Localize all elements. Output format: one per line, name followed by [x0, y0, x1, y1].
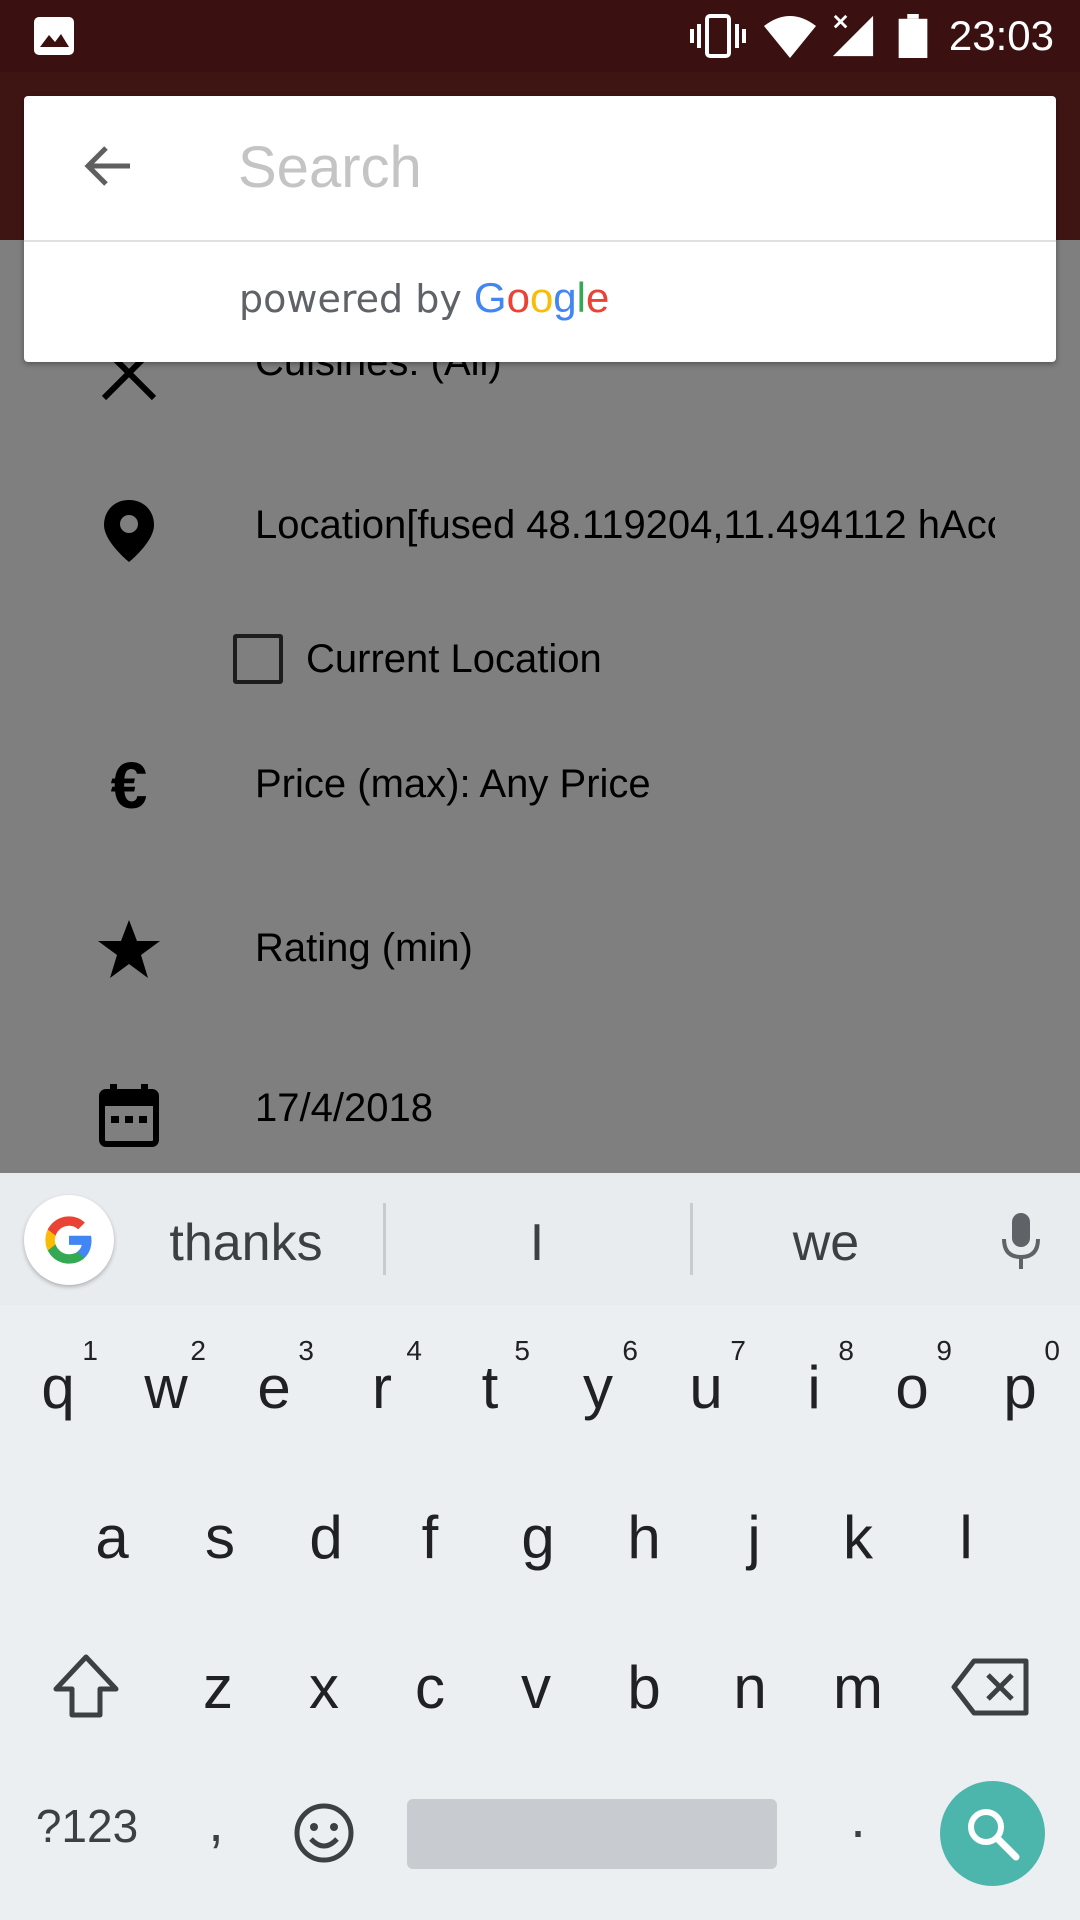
key-w[interactable]: w2: [112, 1323, 220, 1453]
keyboard-search-button[interactable]: [940, 1781, 1045, 1886]
vibrate-icon: [690, 14, 746, 58]
key-p[interactable]: p0: [966, 1323, 1074, 1453]
key-x[interactable]: x: [270, 1623, 378, 1753]
suggestion-strip: thanks I we: [0, 1173, 1080, 1305]
key-h[interactable]: h: [590, 1473, 698, 1603]
suggestion-1[interactable]: thanks: [146, 1213, 346, 1273]
key-l[interactable]: l: [912, 1473, 1020, 1603]
backspace-icon[interactable]: [950, 1657, 1030, 1717]
period-key[interactable]: .: [828, 1785, 888, 1850]
key-f[interactable]: f: [376, 1473, 484, 1603]
microphone-icon[interactable]: [996, 1211, 1046, 1271]
wifi-icon: [764, 16, 816, 58]
gallery-notification-icon: [34, 17, 74, 55]
key-u[interactable]: u7: [652, 1323, 760, 1453]
suggestion-divider: [690, 1203, 693, 1275]
search-divider: [24, 240, 1056, 242]
battery-icon: [898, 14, 928, 58]
shift-icon[interactable]: [50, 1651, 122, 1723]
key-m[interactable]: m: [804, 1623, 912, 1753]
key-e[interactable]: e3: [220, 1323, 328, 1453]
google-search-button[interactable]: [24, 1195, 114, 1285]
key-o[interactable]: o9: [858, 1323, 966, 1453]
key-y[interactable]: y6: [544, 1323, 652, 1453]
google-logo: Google: [473, 274, 610, 321]
google-g-icon: [45, 1216, 92, 1264]
suggestion-3[interactable]: we: [726, 1213, 926, 1273]
emoji-icon[interactable]: [292, 1801, 356, 1865]
suggestion-2[interactable]: I: [437, 1213, 637, 1273]
key-s[interactable]: s: [166, 1473, 274, 1603]
key-v[interactable]: v: [482, 1623, 590, 1753]
key-n[interactable]: n: [696, 1623, 804, 1753]
powered-by-google: powered by Google: [239, 274, 609, 322]
search-input[interactable]: [238, 132, 1018, 202]
key-r[interactable]: r4: [328, 1323, 436, 1453]
key-b[interactable]: b: [590, 1623, 698, 1753]
key-g[interactable]: g: [484, 1473, 592, 1603]
comma-key[interactable]: ,: [186, 1789, 246, 1854]
search-icon: [968, 1809, 1020, 1861]
key-t[interactable]: t5: [436, 1323, 544, 1453]
key-c[interactable]: c: [376, 1623, 484, 1753]
status-time: 23:03: [948, 12, 1054, 59]
suggestion-divider: [383, 1203, 386, 1275]
key-a[interactable]: a: [58, 1473, 166, 1603]
powered-by-text: powered by: [239, 277, 462, 321]
symbols-key[interactable]: ?123: [22, 1799, 152, 1853]
back-arrow-icon[interactable]: [80, 138, 136, 194]
soft-keyboard: thanks I we q1 w2 e3 r4 t5 y6 u7 i8 o9 p…: [0, 1173, 1080, 1920]
key-k[interactable]: k: [804, 1473, 912, 1603]
signal-icon: [832, 14, 874, 57]
search-card: powered by Google: [24, 96, 1056, 362]
key-d[interactable]: d: [272, 1473, 380, 1603]
space-bar[interactable]: [407, 1799, 777, 1869]
key-j[interactable]: j: [700, 1473, 808, 1603]
key-q[interactable]: q1: [4, 1323, 112, 1453]
key-i[interactable]: i8: [760, 1323, 868, 1453]
status-bar: 23:03: [0, 0, 1080, 72]
key-z[interactable]: z: [164, 1623, 272, 1753]
